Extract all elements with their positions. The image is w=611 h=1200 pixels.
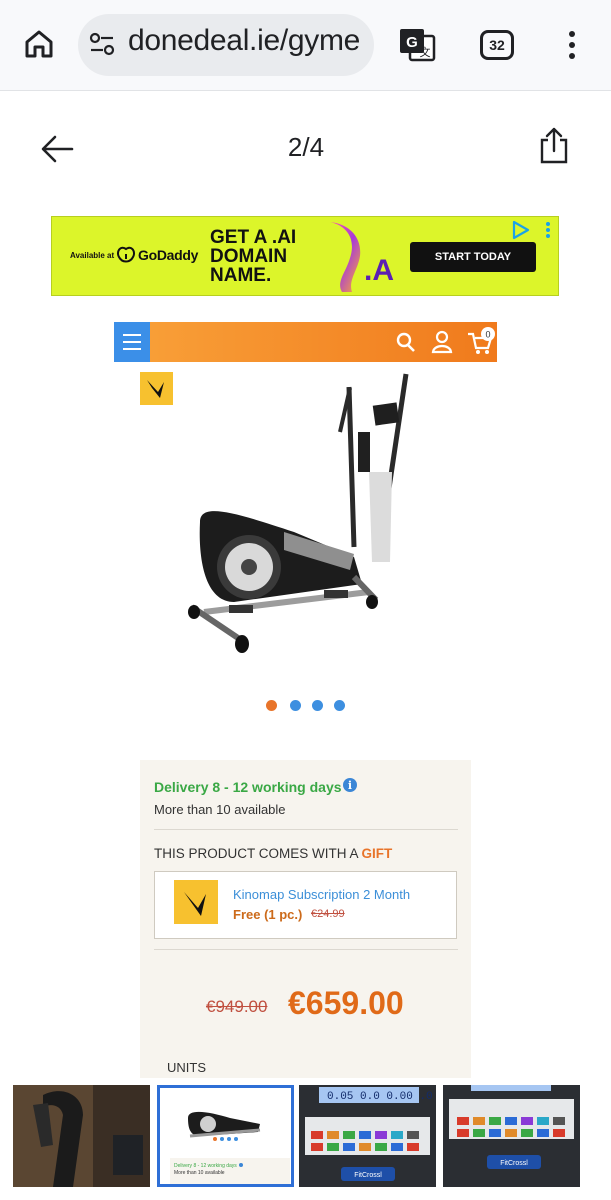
godaddy-logo-icon <box>116 246 136 264</box>
ad-choices-icon[interactable] <box>512 220 556 240</box>
store-logo-badge <box>140 372 173 405</box>
back-arrow-icon[interactable] <box>36 128 78 170</box>
gift-old-price: €24.99 <box>311 908 345 920</box>
divider <box>154 829 458 830</box>
old-price: €949.00 <box>206 997 268 1016</box>
home-icon[interactable] <box>22 27 56 61</box>
elliptical-trainer <box>188 373 409 653</box>
ad-start-today-button[interactable]: START TODAY <box>410 242 536 272</box>
image-counter: 2/4 <box>287 132 325 162</box>
current-price: €659.00 <box>288 985 404 1021</box>
thumbnail-3[interactable]: 0.05 0.0 0.00 .0 FitCrossl <box>299 1085 436 1187</box>
thumb2-availability: More than 10 available <box>174 1170 225 1176</box>
thumbnail-4[interactable]: FitCrossl <box>443 1085 580 1187</box>
thumbnail-2-selected[interactable]: Delivery 8 - 12 working days More than 1… <box>157 1085 294 1187</box>
site-settings-icon[interactable] <box>88 30 116 58</box>
units-label: UNITS <box>167 1060 206 1075</box>
product-photo[interactable]: 0 <box>114 322 497 672</box>
tab-switcher-button[interactable]: 32 <box>480 30 514 60</box>
thumbnail-1[interactable] <box>13 1085 150 1187</box>
translate-icon[interactable]: G 文 <box>398 26 436 64</box>
delivery-time: Delivery 8 - 12 working days <box>154 779 342 795</box>
ad-brand: GoDaddy <box>138 247 199 263</box>
carousel-dot[interactable] <box>290 700 301 711</box>
thumb4-brand: FitCrossl <box>500 1160 528 1167</box>
gift-name-link[interactable]: Kinomap Subscription 2 Month <box>233 887 410 902</box>
carousel-dot-active[interactable] <box>266 700 277 711</box>
gift-heading: THIS PRODUCT COMES WITH A GIFT <box>154 846 392 861</box>
ad-headline: GET A .AI DOMAIN NAME. <box>210 227 297 286</box>
svg-text:文: 文 <box>420 45 431 59</box>
thumb3-brand: FitCrossl <box>354 1172 382 1179</box>
info-icon[interactable]: i <box>343 778 357 792</box>
svg-text:G: G <box>406 34 418 51</box>
ad-art-text: .AI <box>364 254 394 287</box>
store-header-bar: 0 <box>114 322 497 362</box>
cart-count: 0 <box>485 330 490 340</box>
ad-available-at: Available at <box>70 251 115 260</box>
stock-availability: More than 10 available <box>154 802 286 817</box>
thumb2-delivery: Delivery 8 - 12 working days <box>174 1163 237 1169</box>
gift-heading-word: GIFT <box>361 846 393 861</box>
carousel-dot[interactable] <box>312 700 323 711</box>
gift-free-label: Free (1 pc.) <box>233 907 303 922</box>
gift-logo-icon <box>174 880 218 924</box>
share-icon[interactable] <box>536 126 572 166</box>
more-menu-icon[interactable] <box>562 28 582 62</box>
divider <box>154 949 458 950</box>
gift-heading-prefix: THIS PRODUCT COMES WITH A <box>154 846 362 861</box>
thumb3-display: 0.05 0.0 0.00 .0 <box>327 1091 433 1103</box>
ad-ai-art: .AI <box>322 218 402 294</box>
carousel-dot[interactable] <box>334 700 345 711</box>
url-text[interactable]: donedeal.ie/gyme <box>128 24 364 58</box>
